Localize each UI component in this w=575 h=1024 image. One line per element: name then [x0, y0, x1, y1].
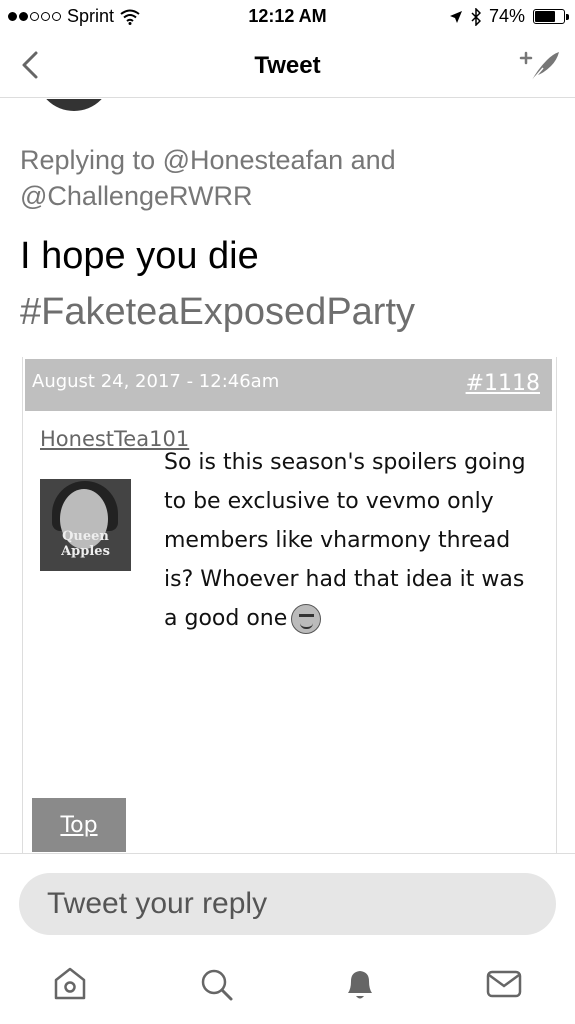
home-icon[interactable] [50, 964, 90, 1004]
forum-top-button: Top [32, 798, 126, 852]
status-bar: Sprint 12:12 AM 74% [0, 0, 575, 34]
status-right: 74% [449, 6, 569, 27]
forum-post-header: August 24, 2017 - 12:46am #1118 [25, 359, 552, 411]
messages-icon[interactable] [484, 964, 524, 1004]
forum-post-body: So is this season's spoilers going to be… [164, 443, 544, 638]
search-icon[interactable] [196, 964, 236, 1004]
forum-post-date: August 24, 2017 - 12:46am [32, 371, 280, 392]
reply-bar: Tweet your reply [0, 853, 575, 947]
reply-input[interactable]: Tweet your reply [19, 873, 556, 935]
forum-post-number: #1118 [465, 371, 540, 396]
hashtag-link[interactable]: #FaketeaExposedParty [20, 288, 560, 336]
forum-post-text: So is this season's spoilers going to be… [164, 450, 526, 631]
battery-percent: 74% [488, 6, 525, 26]
tweet-text: I hope you die [20, 235, 259, 277]
tab-bar [0, 948, 575, 1024]
forum-avatar: Queen Apples [40, 479, 131, 571]
bluetooth-icon [471, 7, 481, 26]
replying-to-text[interactable]: Replying to @Honesteafan and @ChallengeR… [20, 142, 560, 214]
nav-bar: Tweet [0, 34, 575, 98]
forum-avatar-caption: Queen Apples [61, 529, 110, 559]
notifications-icon[interactable] [340, 964, 380, 1004]
battery-fill [535, 11, 555, 22]
location-arrow-icon [449, 10, 462, 23]
smiley-emoticon-icon [291, 604, 322, 634]
attached-image[interactable]: August 24, 2017 - 12:46am #1118 HonestTe… [22, 357, 557, 853]
page-title: Tweet [254, 52, 321, 79]
battery-icon [533, 9, 569, 24]
avatar[interactable] [36, 99, 112, 111]
compose-tweet-icon[interactable] [517, 46, 561, 86]
